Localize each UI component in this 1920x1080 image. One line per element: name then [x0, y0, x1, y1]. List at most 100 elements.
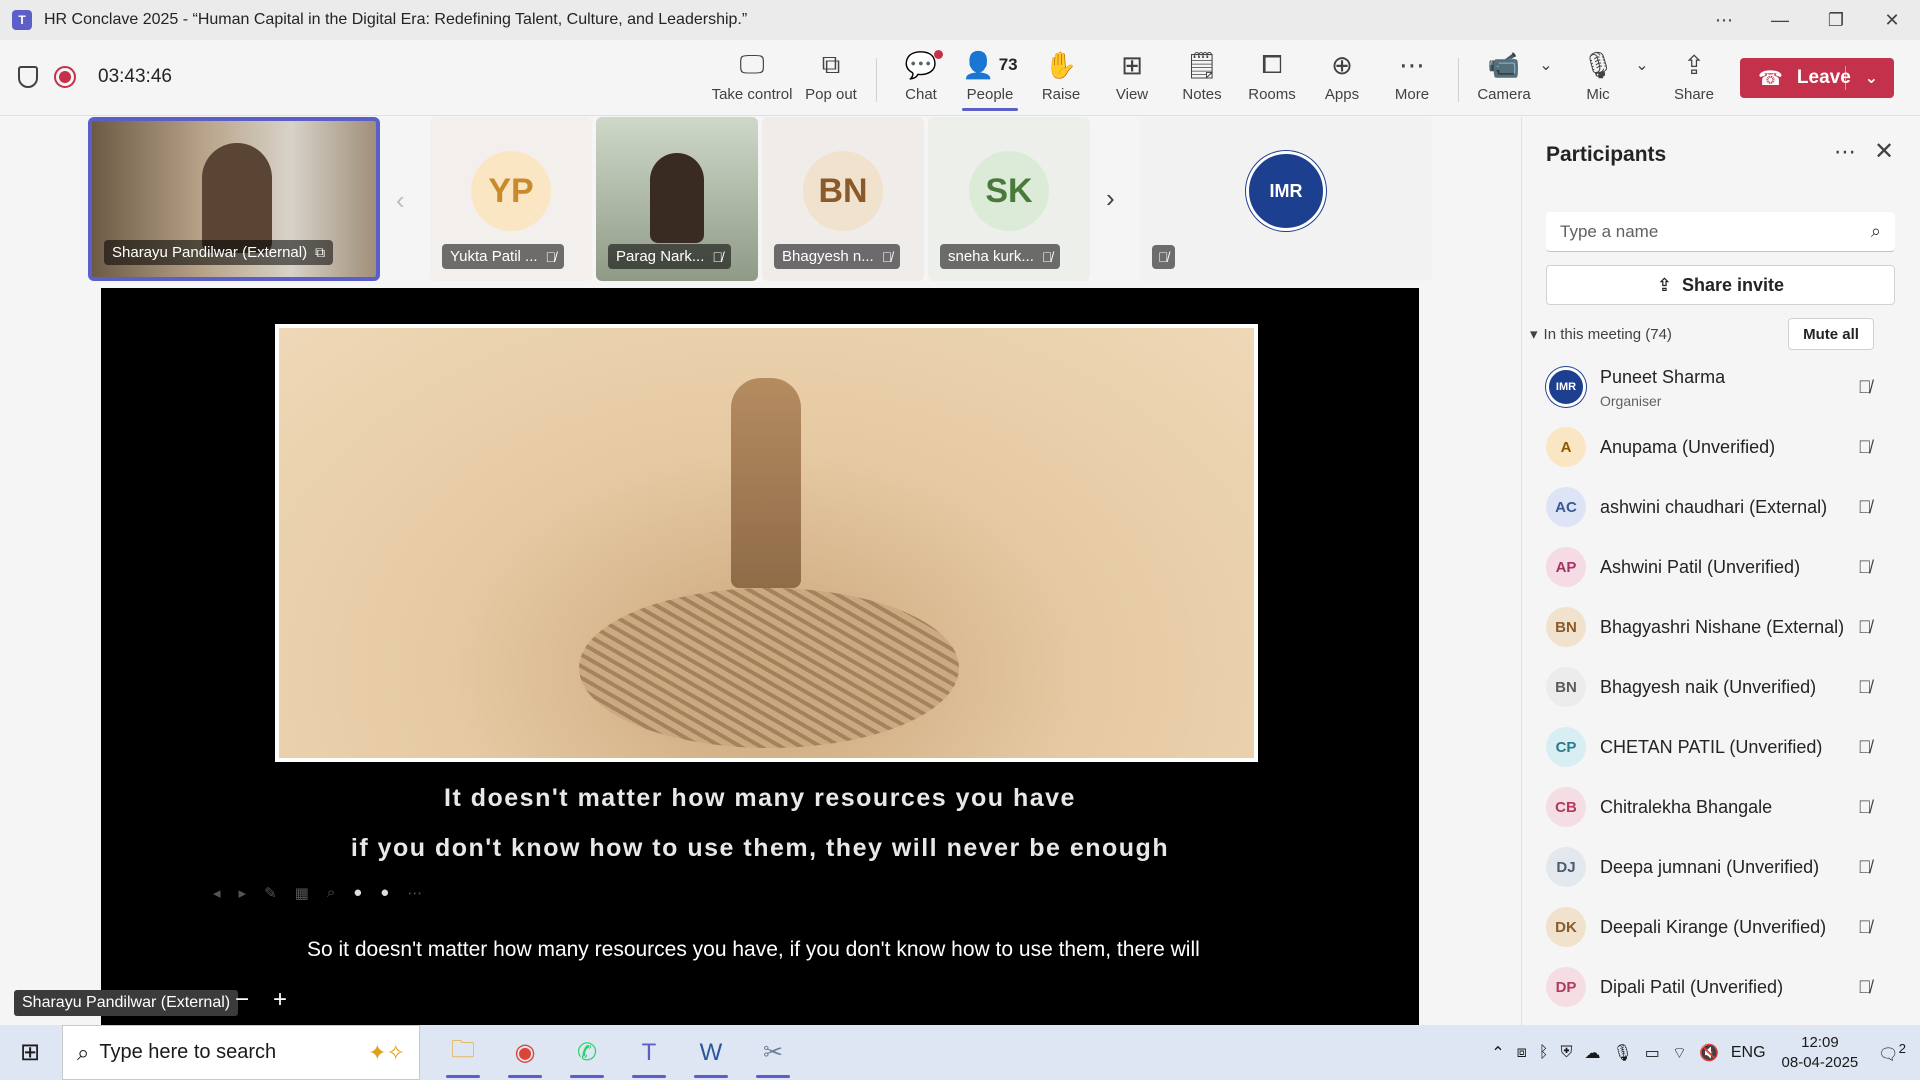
avatar: DJ: [1546, 847, 1586, 887]
settings-icon[interactable]: ●: [380, 884, 389, 902]
participant-tile[interactable]: IMR 🎙̸: [1140, 117, 1432, 281]
participant-tile[interactable]: YP Yukta Patil ... 🎙̸: [430, 117, 592, 281]
share-invite-button[interactable]: ⇪ Share invite: [1546, 265, 1895, 305]
battery-icon[interactable]: ▭: [1645, 1043, 1660, 1063]
apps-label: Apps: [1324, 86, 1360, 103]
apps-button[interactable]: ⊕ Apps: [1306, 48, 1378, 108]
participant-row[interactable]: BN Bhagyashri Nishane (External) 🎙̸: [1522, 597, 1920, 657]
notifications-icon[interactable]: 🗨2: [1878, 1041, 1906, 1064]
more-button[interactable]: ⋯ More: [1376, 48, 1448, 108]
copilot-sparkle-icon[interactable]: ✦✧: [368, 1040, 405, 1066]
take-control-icon: 🖵: [739, 49, 765, 79]
clock[interactable]: 12:09 08-04-2025: [1782, 1033, 1859, 1073]
camera-options-chevron[interactable]: ⌄: [1530, 48, 1562, 108]
raise-hand-button[interactable]: ✋ Raise: [1025, 48, 1097, 108]
slide-image-figure: [731, 378, 801, 588]
notes-button[interactable]: 🗒 Notes: [1166, 48, 1238, 108]
search-icon[interactable]: ⌕: [1871, 221, 1881, 242]
close-icon[interactable]: ✕: [1874, 137, 1894, 166]
participant-row[interactable]: A Anupama (Unverified) 🎙̸: [1522, 417, 1920, 477]
participant-tile[interactable]: Parag Nark... 🎙̸: [596, 117, 758, 281]
share-button[interactable]: ⇪ Share: [1658, 48, 1730, 108]
participant-row[interactable]: BN Bhagyesh naik (Unverified) 🎙̸: [1522, 657, 1920, 717]
chat-button[interactable]: 💬 Chat: [885, 48, 957, 108]
mic-off-icon[interactable]: 🎙̸: [1858, 917, 1872, 938]
participant-row[interactable]: CB Chitralekha Bhangale 🎙̸: [1522, 777, 1920, 837]
windows-start-icon[interactable]: ⊞: [6, 1025, 54, 1080]
mic-off-icon[interactable]: 🎙̸: [1858, 437, 1872, 458]
mic-off-icon[interactable]: 🎙̸: [1858, 857, 1872, 878]
participant-row[interactable]: CP CHETAN PATIL (Unverified) 🎙̸: [1522, 717, 1920, 777]
mic-off-icon[interactable]: 🎙̸: [1858, 617, 1872, 638]
tile-name: Sharayu Pandilwar (External): [112, 244, 308, 261]
mic-off-icon[interactable]: 🎙̸: [1858, 377, 1872, 398]
grid-icon: ⊞: [1121, 49, 1143, 80]
word-icon[interactable]: W: [680, 1025, 742, 1080]
leave-button[interactable]: ☎ Leave ⌄: [1740, 58, 1894, 98]
participant-row[interactable]: AP Ashwini Patil (Unverified) 🎙̸: [1522, 537, 1920, 597]
more-options-icon[interactable]: ⋯: [1834, 139, 1856, 165]
participant-tile[interactable]: Sharayu Pandilwar (External) ⧉: [88, 117, 380, 281]
participant-row[interactable]: DP Dipali Patil (Unverified) 🎙̸: [1522, 957, 1920, 1017]
chevron-up-icon[interactable]: ⌃: [1491, 1043, 1504, 1063]
participant-search-input[interactable]: [1560, 221, 1850, 242]
subtitles-icon[interactable]: ●: [353, 884, 362, 902]
avatar: CB: [1546, 787, 1586, 827]
notes-icon: 🗒: [1185, 49, 1219, 80]
pop-out-button[interactable]: ⧉ Pop out: [795, 48, 867, 108]
previous-slide-icon[interactable]: ◂: [213, 884, 221, 902]
rooms-button[interactable]: ⧠ Rooms: [1236, 48, 1308, 108]
chat-icon: 💬: [905, 48, 944, 82]
participant-row[interactable]: DK Deepali Kirange (Unverified) 🎙̸: [1522, 897, 1920, 957]
more-options-icon[interactable]: ⋯: [1696, 0, 1752, 40]
snipping-tool-icon[interactable]: ✂: [742, 1025, 804, 1080]
mic-button[interactable]: 🎙 Mic: [1562, 48, 1634, 108]
slides-icon[interactable]: ▦: [295, 884, 309, 902]
participant-tile[interactable]: SK sneha kurk... 🎙̸: [928, 117, 1090, 281]
participant-row[interactable]: DJ Deepa jumnani (Unverified) 🎙̸: [1522, 837, 1920, 897]
tile-name: Bhagyesh n...: [782, 248, 874, 265]
chevron-left-icon[interactable]: ‹: [396, 185, 405, 216]
zoom-out-icon[interactable]: −: [235, 986, 249, 1014]
minimize-button[interactable]: —: [1752, 0, 1808, 40]
chevron-right-icon[interactable]: ›: [1106, 183, 1115, 214]
language-indicator[interactable]: ENG: [1731, 1044, 1766, 1062]
mic-off-icon[interactable]: 🎙̸: [1858, 557, 1872, 578]
participant-row[interactable]: IMR Puneet Sharma Organiser 🎙̸: [1522, 357, 1920, 417]
cloud-icon[interactable]: ☁: [1584, 1043, 1600, 1063]
mic-off-icon[interactable]: 🎙̸: [1858, 977, 1872, 998]
microphone-icon[interactable]: 🎙: [1612, 1043, 1632, 1063]
mic-off-icon[interactable]: 🎙̸: [1858, 497, 1872, 518]
mic-off-icon[interactable]: 🎙̸: [1858, 797, 1872, 818]
meeting-timer: 03:43:46: [98, 66, 172, 87]
taskbar-search-input[interactable]: [99, 1041, 320, 1064]
mic-off-icon[interactable]: 🎙̸: [1858, 677, 1872, 698]
restore-button[interactable]: ❐: [1808, 0, 1864, 40]
view-button[interactable]: ⊞ View: [1096, 48, 1168, 108]
meet-now-icon[interactable]: ⧈: [1517, 1044, 1527, 1062]
in-meeting-section-toggle[interactable]: ▾ In this meeting (74): [1530, 325, 1672, 344]
mic-options-chevron[interactable]: ⌄: [1626, 48, 1658, 108]
more-options-icon[interactable]: ⋯: [407, 884, 422, 902]
teams-icon[interactable]: T: [618, 1025, 680, 1080]
close-button[interactable]: ✕: [1864, 0, 1920, 40]
participant-row[interactable]: AC ashwini chaudhari (External) 🎙̸: [1522, 477, 1920, 537]
next-slide-icon[interactable]: ▸: [239, 884, 247, 902]
chrome-icon[interactable]: ◉: [494, 1025, 556, 1080]
people-button[interactable]: 👤 73 People: [954, 48, 1026, 108]
zoom-icon[interactable]: ⌕: [327, 884, 335, 902]
security-icon[interactable]: ⛨: [1560, 1044, 1572, 1062]
participant-tile[interactable]: BN Bhagyesh n... 🎙̸: [762, 117, 924, 281]
bluetooth-icon[interactable]: ᛒ: [1539, 1044, 1549, 1062]
volume-muted-icon[interactable]: 🔇: [1699, 1043, 1719, 1063]
file-explorer-icon[interactable]: 🗀: [432, 1025, 494, 1080]
mic-off-icon[interactable]: 🎙̸: [1858, 737, 1872, 758]
clock-date: 08-04-2025: [1781, 1053, 1859, 1071]
take-control-button[interactable]: 🖵 Take control: [712, 48, 793, 108]
pen-icon[interactable]: ✎: [264, 884, 277, 902]
whatsapp-icon[interactable]: ✆: [556, 1025, 618, 1080]
mute-all-button[interactable]: Mute all: [1788, 318, 1874, 350]
chevron-down-icon[interactable]: ⌄: [1865, 68, 1878, 88]
wifi-icon[interactable]: ⌔: [1672, 1043, 1687, 1063]
zoom-in-icon[interactable]: +: [273, 986, 287, 1014]
